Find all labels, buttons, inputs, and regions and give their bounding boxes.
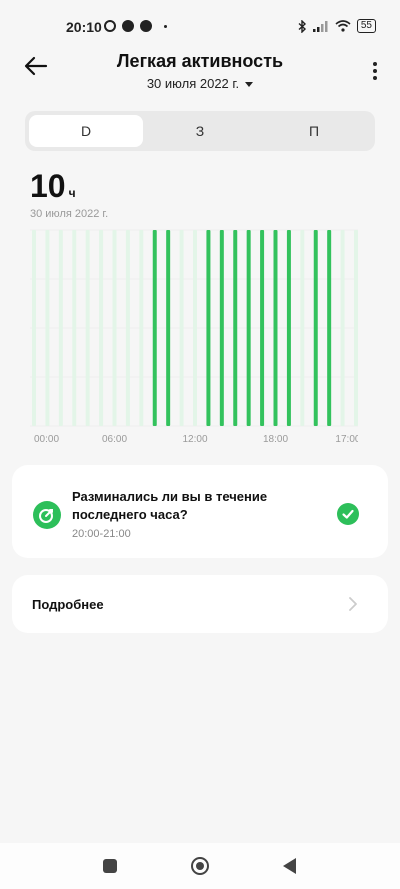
check-icon[interactable] <box>337 503 359 525</box>
chart-bar <box>233 230 238 426</box>
tab-label: З <box>195 123 205 139</box>
chart-bar <box>179 230 184 426</box>
x-tick-label: 18:00 <box>263 434 288 445</box>
chart-bar <box>193 230 197 426</box>
chart-bar <box>206 230 211 426</box>
chart-bar <box>112 230 117 426</box>
app-header: Легкая активность 30 июля 2022 г. <box>0 48 400 98</box>
stretch-icon <box>33 501 61 529</box>
notification-a-icon <box>140 20 152 32</box>
recents-button[interactable] <box>103 859 117 873</box>
chart-bar <box>313 230 318 426</box>
x-tick-label: 17:00 <box>335 434 358 445</box>
x-tick-label: 12:00 <box>182 434 207 445</box>
chart-bar <box>327 230 332 426</box>
date-selector-label: 30 июля 2022 г. <box>146 76 240 91</box>
details-label: Подробнее <box>32 597 104 612</box>
chart-bar <box>32 230 36 426</box>
total-hours-unit: ч <box>68 186 76 200</box>
page-title: Легкая активность <box>116 51 284 71</box>
status-bar: 20:10 55 <box>0 0 400 52</box>
chart-bar <box>99 230 104 426</box>
chart-bar <box>45 230 50 426</box>
activity-chart: 00:00 06:00 12:00 18:00 17:00 <box>30 229 358 445</box>
signal-icon <box>312 21 328 32</box>
total-hours: 10 ч <box>30 168 76 205</box>
chart-bar <box>85 230 90 426</box>
summary-date: 30 июля 2022 г. <box>30 208 109 220</box>
chart-bar <box>219 230 224 426</box>
x-tick-label: 00:00 <box>34 434 59 445</box>
reminder-question: Разминались ли вы в течение последнего ч… <box>72 489 268 522</box>
chevron-right-icon <box>349 597 357 611</box>
chart-bar <box>340 230 345 426</box>
tab-label: D <box>80 123 92 139</box>
more-notifications-icon <box>164 24 167 28</box>
more-options-icon[interactable] <box>372 62 378 80</box>
chart-bar <box>300 230 305 426</box>
battery-icon: 55 <box>356 19 376 33</box>
tab-label: П <box>308 123 320 139</box>
home-button[interactable] <box>191 857 209 875</box>
chart-bar <box>72 230 77 426</box>
chart-bar <box>166 230 171 426</box>
date-selector[interactable]: 30 июля 2022 г. <box>0 76 400 91</box>
tab-month[interactable]: П <box>257 115 371 147</box>
chart-bar <box>246 230 251 426</box>
wifi-icon <box>335 20 351 32</box>
bluetooth-icon <box>298 19 306 33</box>
tab-week[interactable]: З <box>143 115 257 147</box>
status-time: 20:10 <box>66 19 102 35</box>
chart-bar <box>152 230 157 426</box>
chart-bar <box>286 230 291 426</box>
reminder-time-range: 20:00-21:00 <box>72 528 131 540</box>
chart-bar <box>125 230 130 426</box>
system-nav-bar <box>0 843 400 889</box>
chart-bar <box>58 230 63 426</box>
details-row[interactable]: Подробнее <box>12 575 388 633</box>
notification-circle-icon <box>104 20 116 32</box>
reminder-card[interactable]: Разминались ли вы в течение последнего ч… <box>12 465 388 558</box>
total-hours-value: 10 <box>30 168 66 204</box>
tab-day[interactable]: D <box>29 115 143 147</box>
x-tick-label: 06:00 <box>102 434 127 445</box>
period-tabs: D З П <box>25 111 375 151</box>
dropdown-caret-icon <box>245 82 254 88</box>
chart-bar <box>260 230 265 426</box>
chart-bar <box>354 230 358 426</box>
chart-bar <box>139 230 144 426</box>
chart-bar <box>273 230 278 426</box>
notification-a-icon <box>122 20 134 32</box>
back-button[interactable] <box>283 858 296 874</box>
